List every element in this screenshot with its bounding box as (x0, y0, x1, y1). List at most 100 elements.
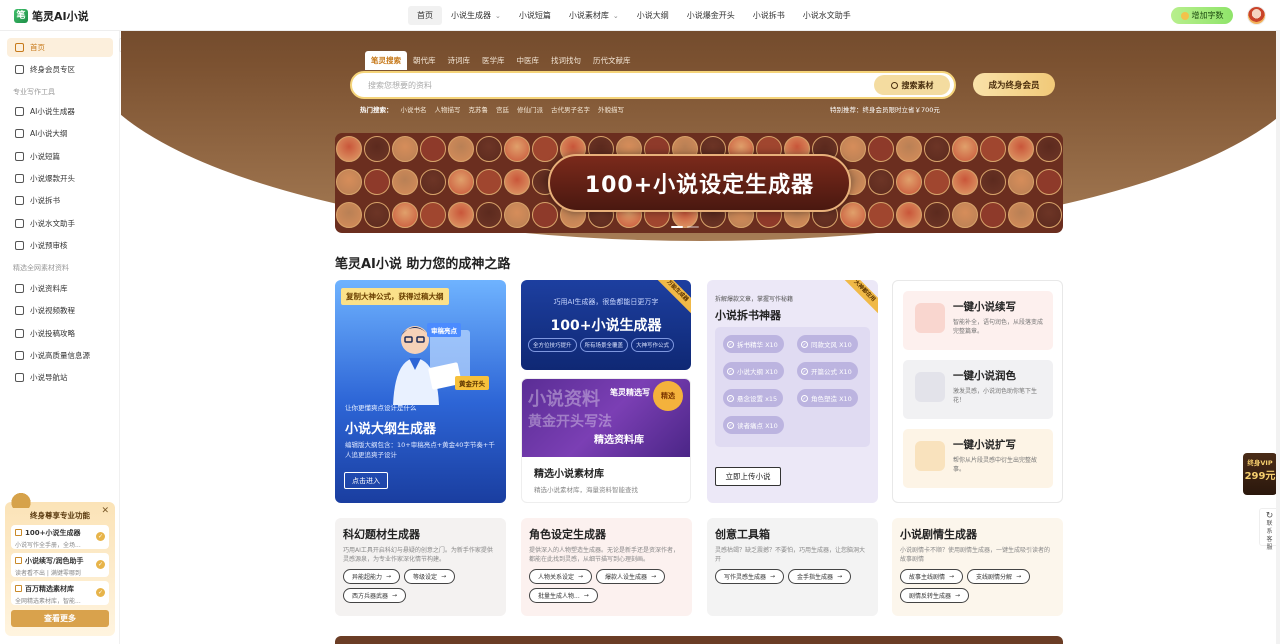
sidebar-item-vip[interactable]: 终身会员专区 (7, 60, 113, 79)
close-icon[interactable]: ✕ (101, 506, 109, 516)
tool-polish[interactable]: 一键小说润色 激发灵感，小说润色助你笔下生花！ (903, 360, 1053, 419)
generator-link-button[interactable]: 爆款人设生成器 → (596, 569, 666, 584)
search-tab[interactable]: 医学库 (476, 51, 511, 70)
become-vip-button[interactable]: 成为终身会员 (973, 73, 1055, 96)
sidebar-item-material[interactable]: 小说资料库 (7, 279, 113, 298)
sidebar-item-tool[interactable]: 小说水文助手 (7, 214, 113, 233)
generator-link-button[interactable]: 金手指生成器 → (788, 569, 852, 584)
sidebar-item-tool[interactable]: AI小说大纲 (7, 124, 113, 143)
sidebar-item-tool[interactable]: 小说短篇 (7, 147, 113, 166)
sidebar-item-tool[interactable]: 小说预审核 (7, 236, 113, 255)
arrow-right-icon: → (837, 573, 843, 580)
promo-item[interactable]: 100+小说生成器 小说写作全手册，全场... ✓ (11, 525, 109, 549)
promo-item[interactable]: 百万精选素材库 全网精选素材库，智能... ✓ (11, 581, 109, 605)
sidebar-item-tool[interactable]: AI小说生成器 (7, 102, 113, 121)
generator-link-button[interactable]: 写作灵感生成器 → (715, 569, 785, 584)
sidebar-item-material[interactable]: 小说导航站 (7, 368, 113, 387)
polish-icon (915, 372, 945, 402)
hot-term[interactable]: 克苏鲁 (469, 104, 489, 114)
generator-card[interactable]: 创意工具箱 灵感枯竭？缺乏震撼？不要怕，巧用生成器，让您脑洞大开 写作灵感生成器 → 金… (707, 518, 878, 616)
generator-link-button[interactable]: 故事主线剧情 → (900, 569, 964, 584)
arrow-right-icon: → (955, 592, 961, 599)
sidebar-item-tool[interactable]: 小说爆款开头 (7, 169, 113, 188)
upload-novel-button[interactable]: 立即上传小说 (715, 467, 781, 486)
sidebar-item-material[interactable]: 小说视频教程 (7, 301, 113, 320)
add-words-button[interactable]: 增加字数 (1171, 7, 1233, 24)
vip-floating-badge[interactable]: 终身VIP 299元 (1243, 453, 1277, 495)
sidebar-item-material[interactable]: 小说高质量信息源 (7, 346, 113, 365)
sidebar-item-material[interactable]: 小说投稿攻略 (7, 324, 113, 343)
generator-link-button[interactable]: 等级设定 → (404, 569, 456, 584)
carousel-dot[interactable] (671, 226, 683, 228)
nav-item-4[interactable]: 小说大纲 (628, 6, 678, 25)
generator-link-button[interactable]: 剧情反转生成器 → (900, 588, 970, 603)
nav-item-2[interactable]: 小说短篇 (510, 6, 560, 25)
arrow-right-icon: → (651, 573, 657, 580)
special-offer[interactable]: 特别推荐：终身会员限时立省￥700元 (830, 104, 940, 114)
enter-button[interactable]: 点击进入 (344, 472, 388, 489)
generator-card[interactable]: 角色设定生成器 提供深入的人物塑造生成器。无论是新手还是资深作者，都能在此找到灵感… (521, 518, 692, 616)
carousel-dot[interactable] (687, 226, 699, 228)
split-feature-pill: ✓ 小说大纲 X10 (723, 362, 784, 380)
generator-link-button[interactable]: 西方兵器武器 → (343, 588, 407, 603)
book-split-card[interactable]: 大神都在用 拆解爆款文章，掌握写作秘籍 小说拆书神器 ✓ 拆书精华 X10 ✓ 同款文… (707, 280, 878, 503)
tool-expand[interactable]: 一键小说扩写 帮你从片段灵感中衍生出完整故事。 (903, 429, 1053, 488)
hot-term[interactable]: 人物描写 (435, 104, 461, 114)
continue-icon (915, 303, 945, 333)
search-tab[interactable]: 诗词库 (442, 51, 477, 70)
generators-card[interactable]: 万能生成器 巧用AI生成器，很鱼都能日更万字 100+小说生成器 全方位技巧提升… (521, 280, 691, 370)
arrow-right-icon: → (392, 592, 398, 599)
banner-carousel[interactable]: 100+小说设定生成器 (335, 133, 1063, 233)
nav-item-5[interactable]: 小说爆金开头 (678, 6, 744, 25)
nav-item-0[interactable]: 首页 (408, 6, 442, 25)
search-tab[interactable]: 找词找句 (545, 51, 587, 70)
search-button[interactable]: 搜索素材 (874, 75, 950, 95)
nav-item-3[interactable]: 小说素材库 ⌄ (560, 6, 628, 25)
scrollbar[interactable] (1276, 31, 1280, 644)
generator-buttons: 异能超能力 → 等级设定 → 西方兵器武器 → (343, 569, 498, 603)
featured-seal: 精选 (653, 381, 683, 411)
avatar[interactable] (1247, 6, 1266, 25)
search-tab[interactable]: 笔灵搜索 (365, 51, 407, 70)
outline-generator-card[interactable]: 复制大神公式，获得过稿大纲 审稿亮点 黄金开头 让你更懂爽点设计是什么 小说大纲… (335, 280, 506, 503)
search-tab[interactable]: 朝代库 (407, 51, 442, 70)
generator-link-button[interactable]: 批量生成人物... → (529, 588, 598, 603)
search-input[interactable] (368, 73, 874, 97)
tool-title: 一键小说润色 (953, 370, 1016, 382)
generator-title: 小说剧情生成器 (900, 528, 977, 541)
hot-term[interactable]: 修仙门派 (517, 104, 543, 114)
banner-avatar (868, 169, 894, 195)
nav-item-6[interactable]: 小说拆书 (744, 6, 794, 25)
split-feature-pill: ✓ 读者痛点 X10 (723, 416, 784, 434)
generator-buttons: 人物关系设定 → 爆款人设生成器 → 批量生成人物... → (529, 569, 684, 603)
generator-link-button[interactable]: 人物关系设定 → (529, 569, 593, 584)
generator-card[interactable]: 小说剧情生成器 小说剧情卡不顺？使用剧情生成器，一键生成吸引读者的故事剧情 故事主线… (892, 518, 1063, 616)
app-logo[interactable]: 笔 笔灵AI小说 (14, 8, 89, 24)
nav-item-1[interactable]: 小说生成器 ⌄ (442, 6, 510, 25)
promo-item[interactable]: 小说续写/润色助手 读者看不出 | 满键零哪到 ✓ (11, 553, 109, 577)
banner-avatar (336, 169, 362, 195)
search-tab[interactable]: 中医库 (511, 51, 546, 70)
hot-term[interactable]: 小说书名 (401, 104, 427, 114)
banner-avatar (868, 136, 894, 162)
banner-avatar (868, 202, 894, 228)
hot-term[interactable]: 外貌描写 (598, 104, 624, 114)
nav-item-7[interactable]: 小说水文助手 (794, 6, 860, 25)
hot-term[interactable]: 古代男子名字 (551, 104, 590, 114)
tool-continue[interactable]: 一键小说续写 智能补全，语句润色，从段落变成完整篇章。 (903, 291, 1053, 350)
sidebar-item-home[interactable]: 首页 (7, 38, 113, 57)
view-more-button[interactable]: 查看更多 (11, 610, 109, 627)
generator-card[interactable]: 科幻题材生成器 巧用AI工具开启科幻与悬疑的创意之门。为新手作家提供灵感源泉，为专… (335, 518, 506, 616)
generator-link-button[interactable]: 异能超能力 → (343, 569, 401, 584)
feature-icon (15, 585, 22, 592)
feature-chip: 所有场景全覆盖 (579, 338, 629, 352)
generator-link-button[interactable]: 支线剧情分解 → (967, 569, 1031, 584)
art-word: 黄金开头写法 (528, 414, 612, 430)
materials-card[interactable]: 小说资料 黄金开头写法 精选资料库 笔灵精选写 精选 精选小说素材库 精选小说素… (521, 378, 691, 503)
search-tab[interactable]: 历代文献库 (587, 51, 637, 70)
banner-avatar (1036, 202, 1062, 228)
sidebar-item-tool[interactable]: 小说拆书 (7, 191, 113, 210)
banner-avatar (1008, 202, 1034, 228)
hot-term[interactable]: 宫廷 (496, 104, 509, 114)
generator-link-label: 故事主线剧情 (909, 574, 946, 581)
